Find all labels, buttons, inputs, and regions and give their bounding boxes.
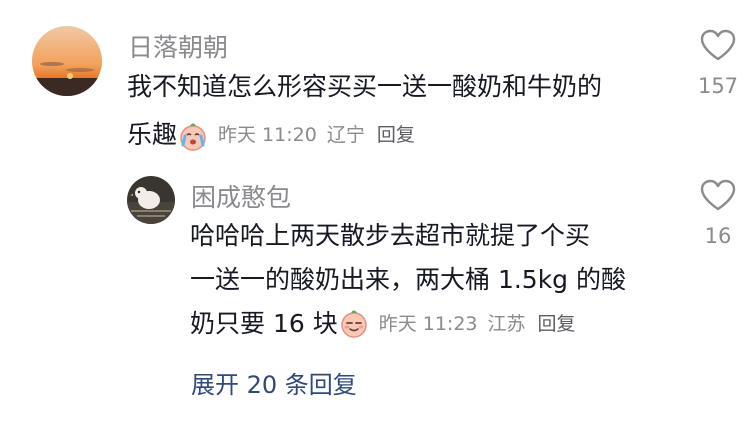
comment-time: 昨天 11:20	[218, 124, 317, 146]
crying-emoji-icon	[178, 120, 208, 151]
comment-text-line-2: 乐趣 昨天 11:20 辽宁 回复	[127, 111, 687, 159]
comment-like-button[interactable]	[698, 28, 738, 62]
reply-location: 江苏	[487, 313, 526, 335]
comment-like-count: 157	[697, 74, 739, 98]
comment-reply-button[interactable]: 回复	[377, 111, 415, 159]
reply-text: 哈哈哈上两天散步去超市就提了个买 一送一的酸奶出来，两大桶 1.5kg 的酸 奶…	[190, 214, 670, 346]
comment-avatar[interactable]	[32, 26, 102, 96]
reply-reply-button[interactable]: 回复	[538, 302, 576, 346]
reply-text-line-3-text: 奶只要 16 块	[190, 309, 338, 338]
comment-text: 我不知道怎么形容买买一送一酸奶和牛奶的 乐趣 昨天 11:20 辽宁 回复	[127, 63, 687, 159]
comment-text-line-2-text: 乐趣	[127, 120, 178, 149]
smirk-emoji-icon	[339, 309, 369, 339]
expand-replies-button[interactable]: 展开 20 条回复	[191, 365, 357, 400]
reply-avatar[interactable]	[127, 176, 175, 224]
reply-text-line-1: 哈哈哈上两天散步去超市就提了个买	[190, 221, 591, 250]
comment-username[interactable]: 日落朝朝	[128, 28, 228, 64]
reply-like-count: 16	[704, 224, 732, 248]
reply-like-button[interactable]	[698, 178, 738, 212]
heart-outline-icon	[700, 29, 736, 61]
heart-outline-icon	[700, 179, 736, 211]
reply-username[interactable]: 困成憨包	[191, 178, 291, 214]
comment-text-line-1: 我不知道怎么形容买买一送一酸奶和牛奶的	[127, 72, 603, 101]
reply-text-line-3: 奶只要 16 块 昨天 11:23 江苏 回复	[190, 302, 670, 346]
reply-time: 昨天 11:23	[378, 313, 478, 335]
comment-location: 辽宁	[326, 124, 365, 146]
reply-text-line-2: 一送一的酸奶出来，两大桶 1.5kg 的酸	[190, 265, 626, 294]
